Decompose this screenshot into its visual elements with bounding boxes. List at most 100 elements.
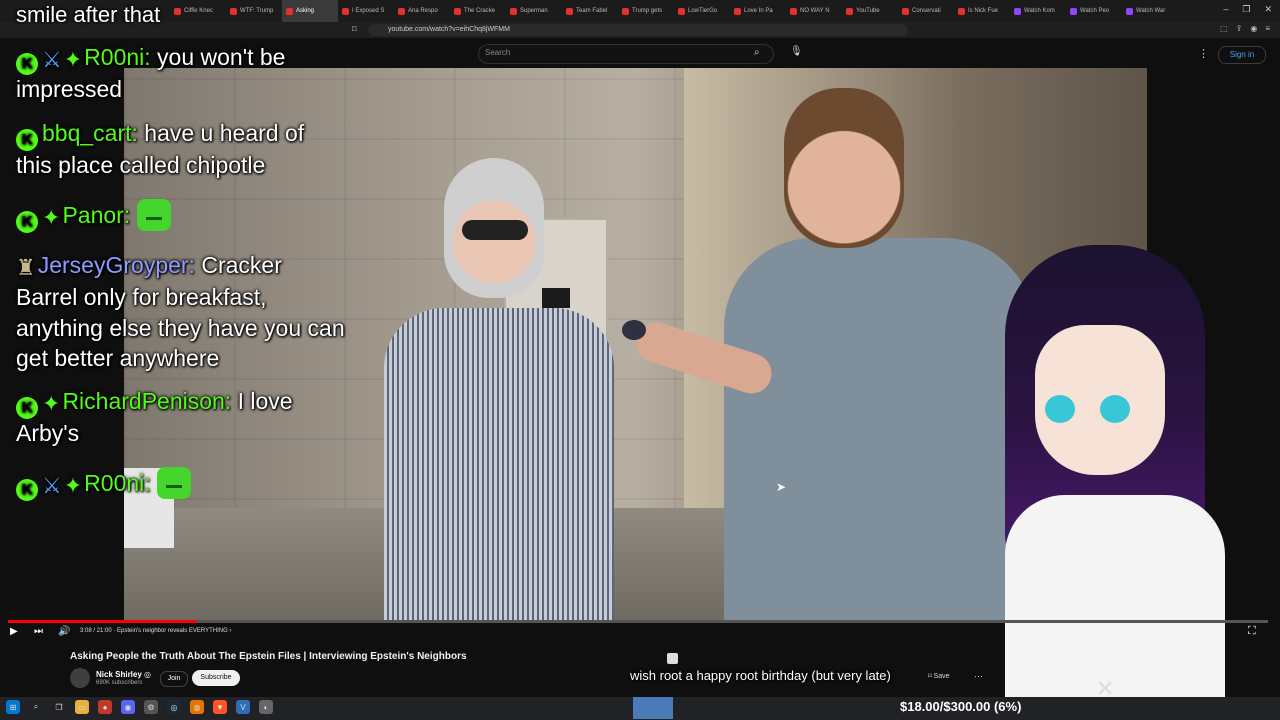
search-placeholder: Search <box>485 48 511 57</box>
folder-icon[interactable]: ▭ <box>75 700 89 714</box>
tab-item[interactable]: Ciffie Knec <box>170 0 226 22</box>
diamond-badge-icon: ✦ <box>63 473 83 498</box>
chat-text: have u heard of <box>144 120 305 146</box>
vtuber-eye-right <box>1100 395 1130 423</box>
video-timecode: 3:08 / 21:00 · Epstein's neighbor reveal… <box>80 628 232 634</box>
start-icon[interactable]: ⊞ <box>6 700 20 714</box>
profile-icon[interactable]: ◉ <box>1250 24 1257 33</box>
chat-username: R00ni: <box>84 470 151 496</box>
minimize-button[interactable]: – <box>1223 4 1228 15</box>
tab-item[interactable]: Watch War <box>1122 0 1170 22</box>
tab-item[interactable]: Conservati <box>898 0 954 22</box>
tab-label: Watch War <box>1136 8 1166 14</box>
fullscreen-icon[interactable]: ⛶ <box>1248 625 1256 638</box>
brave-icon[interactable]: ▼ <box>213 700 227 714</box>
tab-favicon-icon <box>958 7 965 15</box>
chat-text: I love <box>237 388 293 414</box>
tab-item[interactable]: Watch Kom <box>1010 0 1066 22</box>
tab-favicon-icon <box>846 7 853 15</box>
bookmark-icon[interactable]: ⌑ <box>352 24 357 35</box>
tab-label: Trump gets <box>632 8 663 14</box>
subscribe-button[interactable]: Subscribe <box>192 670 240 686</box>
chat-message-continuation: get better anywhere <box>16 345 220 371</box>
tab-item[interactable]: I Exposed S <box>338 0 394 22</box>
chat-username: R00ni: <box>84 44 151 70</box>
extension-icon[interactable]: ⬚ <box>1220 24 1228 33</box>
tab-item[interactable]: WTF: Trump <box>226 0 282 22</box>
kick-badge-icon: K <box>16 479 38 501</box>
tab-item[interactable]: Watch Peo <box>1066 0 1122 22</box>
volume-icon[interactable]: 🔊 <box>58 626 70 637</box>
tab-label: I Exposed S <box>352 8 385 14</box>
vtube-icon[interactable]: V <box>236 700 250 714</box>
chat-message-continuation: impressed <box>16 76 123 102</box>
tab-item[interactable]: Asking <box>282 0 338 22</box>
tab-label: WTF: Trump <box>240 8 274 14</box>
microphone-icon[interactable]: 🎙 <box>790 46 803 57</box>
video-progress-bar[interactable] <box>8 620 1268 623</box>
settings-icon[interactable]: ⚙ <box>144 700 158 714</box>
sunglasses <box>462 220 528 240</box>
channel-avatar[interactable] <box>70 668 90 688</box>
chat-text: you won't be <box>157 44 286 70</box>
discord-icon[interactable]: ◉ <box>121 700 135 714</box>
tab-favicon-icon <box>566 7 573 15</box>
tab-label: Team Fabel <box>576 8 608 14</box>
task-view-icon[interactable]: ❐ <box>52 700 66 714</box>
tab-label: Ciffie Knec <box>184 8 213 14</box>
search-input[interactable] <box>478 44 774 64</box>
tab-label: Asking <box>296 8 315 14</box>
chat-message-continuation: Barrel only for breakfast, <box>16 284 267 310</box>
tab-label: YouTube <box>856 8 880 14</box>
stream-ticker: wish root a happy root birthday (but ver… <box>630 668 891 683</box>
sword-badge-icon: ⚔ <box>42 47 62 72</box>
steam-icon[interactable]: ◎ <box>167 700 181 714</box>
share-icon[interactable]: ⇪ <box>1236 24 1243 33</box>
kick-badge-icon: K <box>16 211 38 233</box>
save-button[interactable]: ⌑ Save <box>928 672 950 680</box>
video-woman-figure <box>364 158 614 620</box>
tab-item[interactable]: Love In Pa <box>730 0 786 22</box>
tab-favicon-icon <box>1126 7 1133 15</box>
chrome-icon[interactable]: ◍ <box>190 700 204 714</box>
video-progress-fill <box>8 620 197 623</box>
more-actions-button[interactable]: ··· <box>974 671 983 681</box>
obs-icon[interactable]: ◐ <box>259 700 273 714</box>
tab-item[interactable]: Is Nick Fue <box>954 0 1010 22</box>
tab-item[interactable]: YouTube <box>842 0 898 22</box>
chat-message: K ✦Panor: <box>16 199 366 233</box>
chat-username: RichardPenison: <box>62 388 232 414</box>
play-icon[interactable]: ▶ <box>10 626 18 637</box>
more-options-icon[interactable]: ⋮ <box>1198 47 1209 60</box>
tab-item[interactable]: NO WAY N <box>786 0 842 22</box>
tab-item[interactable]: The Cracke <box>450 0 506 22</box>
tab-favicon-icon <box>174 7 181 15</box>
join-button[interactable]: Join <box>160 671 188 687</box>
search-taskbar-icon[interactable]: ⌕ <box>29 700 43 714</box>
ticker-icon <box>667 653 678 664</box>
emote-icon <box>157 467 192 499</box>
tab-item[interactable]: Superman <box>506 0 562 22</box>
kick-badge-icon: K <box>16 129 38 151</box>
next-icon[interactable]: ⏭ <box>34 626 43 637</box>
tab-item[interactable]: LowTierGo <box>674 0 730 22</box>
chat-message: K ✦RichardPenison: I love <box>16 386 366 419</box>
vtuber-avatar <box>985 235 1250 705</box>
menu-icon[interactable]: ≡ <box>1265 24 1270 33</box>
channel-name[interactable]: Nick Shirley ◎ <box>96 670 151 679</box>
tab-item[interactable]: Trump gets <box>618 0 674 22</box>
url-field[interactable]: youtube.com/watch?v=eihChq8jWFMM <box>368 24 908 36</box>
search-icon[interactable]: ⌕ <box>754 47 760 58</box>
tab-favicon-icon <box>510 7 517 15</box>
tab-item[interactable]: Team Fabel <box>562 0 618 22</box>
chat-message-continuation: this place called chipotle <box>16 152 266 178</box>
close-window-button[interactable]: ✕ <box>1264 4 1272 15</box>
maximize-button[interactable]: ❐ <box>1242 4 1250 15</box>
tab-label: Is Nick Fue <box>968 8 999 14</box>
sign-in-button[interactable]: Sign in <box>1218 46 1266 64</box>
tab-favicon-icon <box>734 7 741 15</box>
tab-favicon-icon <box>622 7 629 15</box>
tab-item[interactable]: Ana Respo <box>394 0 450 22</box>
app-icon[interactable]: ● <box>98 700 112 714</box>
tab-list: Ciffie Knec WTF: Trump Asking I Exposed S An… <box>170 0 1170 22</box>
